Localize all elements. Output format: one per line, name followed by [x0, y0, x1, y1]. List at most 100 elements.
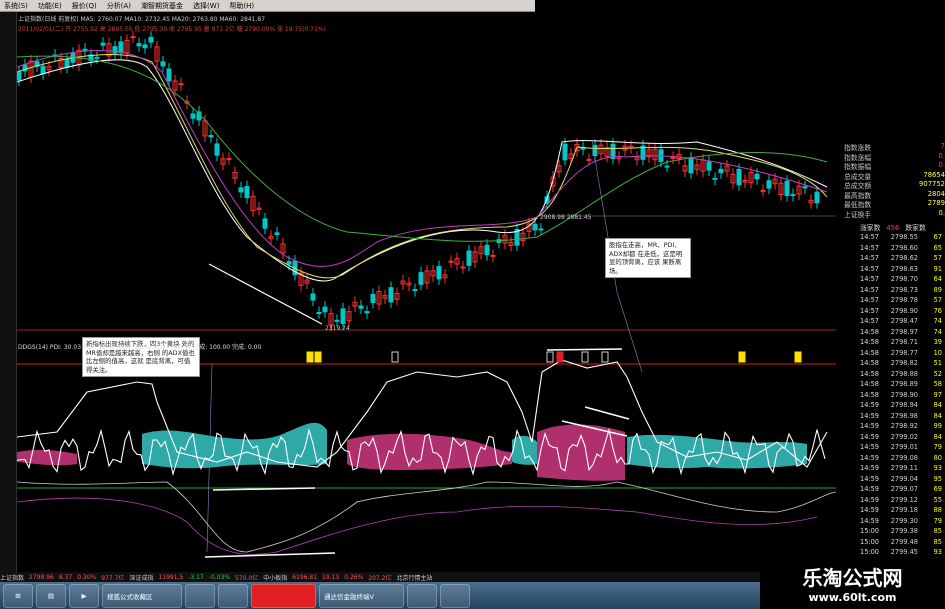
- status-field: 8.37: [58, 573, 73, 581]
- low-price-label: 2319.74: [325, 325, 350, 332]
- tick-time: 14:59: [860, 401, 880, 409]
- breadth-tab[interactable]: 涨家数: [860, 224, 880, 232]
- tick-row: 14:58 2798.82 51: [860, 359, 945, 367]
- tick-time: 14:57: [860, 233, 880, 241]
- candle-body: [490, 254, 496, 257]
- taskbar-app-icon[interactable]: [218, 583, 248, 608]
- tick-time: 14:59: [860, 411, 880, 420]
- tick-price: 2799.04: [890, 474, 918, 483]
- tick-row: 14:57 2798.47 74: [860, 317, 945, 325]
- taskbar-app-icon[interactable]: [440, 583, 470, 608]
- tick-price: 2798.70: [890, 275, 918, 283]
- tick-row: 14:57 2798.78 57: [860, 296, 945, 304]
- tick-row: 14:57 2798.55 67: [860, 233, 945, 241]
- tick-volume: 99: [933, 422, 942, 430]
- breadth-tab[interactable]: 跌家数: [905, 224, 925, 232]
- tick-price: 2798.71: [890, 338, 918, 346]
- candle-body: [562, 143, 568, 161]
- candle-body: [142, 44, 148, 49]
- candle-body: [736, 168, 742, 186]
- candle-body: [160, 61, 166, 67]
- tick-volume: 93: [933, 548, 942, 556]
- tick-volume: 95: [933, 474, 942, 483]
- tick-volume: 97: [933, 390, 942, 399]
- quote-value: 78654: [923, 170, 945, 179]
- taskbar-redacted[interactable]: [251, 583, 316, 608]
- breadth-tabs[interactable]: 涨家数 456 跌家数: [860, 222, 932, 232]
- status-field: 上证指数: [0, 574, 25, 582]
- candle-body: [208, 135, 214, 138]
- tick-time: 14:57: [860, 296, 880, 304]
- tick-time: 14:58: [860, 380, 880, 388]
- tick-volume: 65: [933, 243, 942, 252]
- tick-volume: 76: [933, 306, 942, 315]
- tick-volume: 84: [933, 432, 942, 441]
- quote-value: 7: [940, 142, 945, 150]
- candle-body: [118, 41, 124, 54]
- status-field: 0.26%: [344, 573, 364, 581]
- tick-volume: 79: [933, 443, 942, 451]
- status-field: 0.30%: [77, 573, 97, 581]
- tick-row: 14:59 2799.01 79: [860, 443, 945, 451]
- tick-row: 15:00 2799.48 85: [860, 538, 945, 546]
- signal-marker: [794, 351, 802, 363]
- candle-body: [712, 177, 718, 180]
- menu-item[interactable]: 功能(E): [38, 1, 62, 11]
- menu-item[interactable]: 选择(W): [193, 1, 219, 11]
- indicator-header: DDGS(14) PDI: 30.03 MDI: 18.82 ADX: 18.4…: [18, 344, 262, 351]
- tick-row: 14:59 2799.30 79: [860, 517, 945, 525]
- tick-row: 14:58 2798.90 97: [860, 391, 945, 399]
- taskbar-folder-icon[interactable]: ▤: [36, 583, 66, 608]
- tick-row: 14:59 2799.18 88: [860, 506, 945, 514]
- tick-time: 14:57: [860, 317, 880, 325]
- tick-row: 14:59 2799.12 55: [860, 496, 945, 504]
- candle-body: [40, 65, 46, 75]
- menu-item[interactable]: 帮助(H): [229, 1, 254, 11]
- taskbar-app-icon[interactable]: [407, 583, 437, 608]
- menu-item[interactable]: 报价(Q): [72, 1, 97, 11]
- annotation-right: 股指在走高，MR、PDI、ADX却都 在走低，这是明显的顶背离，应该 果断离场。: [605, 238, 691, 278]
- quote-label: 指数涨幅: [844, 153, 872, 162]
- candle-body: [226, 157, 232, 160]
- tick-time: 15:00: [860, 537, 880, 546]
- candle-body: [214, 143, 220, 156]
- left-toolbar[interactable]: [0, 12, 17, 572]
- candle-body: [340, 308, 346, 324]
- tick-price: 2798.78: [890, 296, 918, 304]
- watermark-url: www.60lt.com: [808, 591, 897, 604]
- taskbar-media-icon[interactable]: ▶: [69, 583, 99, 608]
- candle-body: [760, 189, 766, 192]
- candle-body: [460, 266, 466, 269]
- candle-body: [766, 180, 772, 189]
- quote-label: 上证换手: [844, 210, 872, 219]
- tick-price: 2799.11: [890, 464, 918, 472]
- taskbar-item[interactable]: 搜狐公式收藏区: [102, 583, 182, 608]
- signal-marker: [391, 351, 399, 363]
- tick-row: 14:59 2798.98 84: [860, 412, 945, 420]
- watermark-title: 乐淘公式网: [802, 566, 903, 590]
- quote-label: 指数振幅: [844, 163, 872, 171]
- start-button[interactable]: ⊞: [3, 583, 33, 608]
- tick-time: 14:59: [860, 485, 880, 493]
- tick-price: 2799.38: [890, 527, 918, 535]
- candle-body: [364, 311, 370, 314]
- tick-price: 2798.47: [890, 317, 918, 325]
- candle-body: [388, 287, 394, 303]
- taskbar-item[interactable]: 通达信金融终端V: [319, 583, 404, 608]
- breadth-tab[interactable]: 456: [886, 224, 899, 232]
- tick-volume: 93: [933, 464, 942, 472]
- tick-price: 2798.63: [890, 264, 918, 273]
- menu-item[interactable]: 分析(A): [107, 1, 131, 11]
- candle-body: [754, 173, 760, 180]
- candle-body: [436, 265, 442, 280]
- tick-price: 2798.92: [890, 422, 918, 430]
- menu-item[interactable]: 潮智期货基金: [141, 1, 183, 11]
- taskbar-app-icon[interactable]: [185, 583, 215, 608]
- tick-time: 14:58: [860, 348, 880, 357]
- candle-body: [790, 194, 796, 197]
- tick-price: 2798.73: [890, 285, 918, 294]
- tick-price: 2799.18: [890, 506, 918, 514]
- tick-time: 14:57: [860, 254, 880, 262]
- menu-item[interactable]: 系统(S): [4, 1, 28, 11]
- kline-chart[interactable]: [17, 12, 852, 572]
